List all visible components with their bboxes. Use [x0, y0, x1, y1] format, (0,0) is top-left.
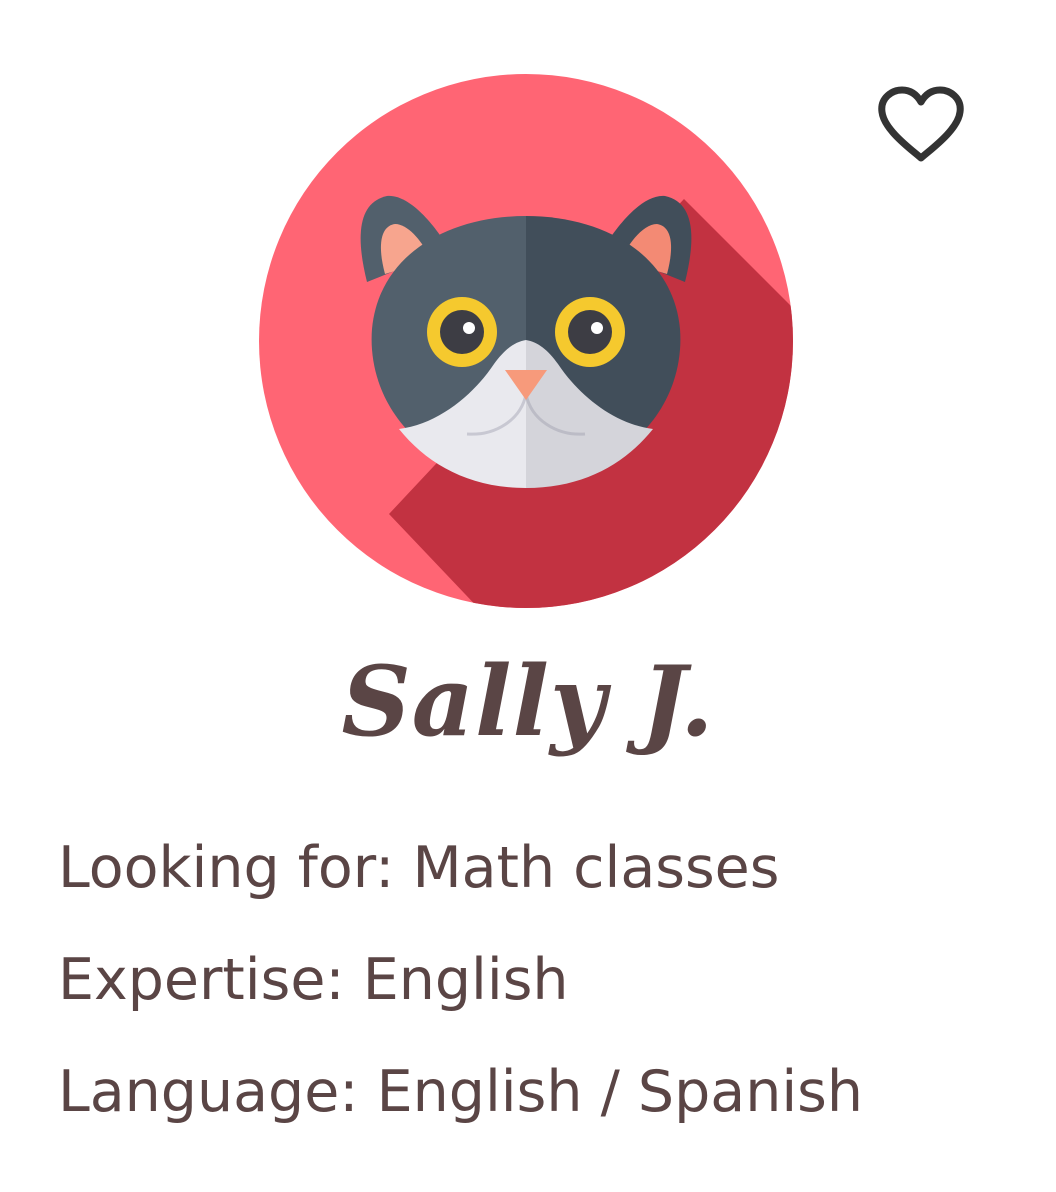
detail-value: Math classes	[412, 835, 780, 901]
detail-value: English / Spanish	[376, 1059, 863, 1125]
detail-expertise: Expertise: English	[58, 924, 1018, 1036]
profile-name: Sally J.	[341, 645, 715, 758]
detail-language: Language: English / Spanish	[58, 1036, 1018, 1148]
detail-label: Expertise:	[58, 947, 345, 1013]
profile-card: Sally J. Looking for: Math classes Exper…	[0, 0, 1056, 1192]
avatar	[259, 74, 793, 608]
favorite-button[interactable]	[876, 84, 966, 168]
detail-label: Language:	[58, 1059, 359, 1125]
profile-details: Looking for: Math classes Expertise: Eng…	[58, 812, 1018, 1148]
detail-label: Looking for:	[58, 835, 395, 901]
detail-value: English	[362, 947, 569, 1013]
detail-looking-for: Looking for: Math classes	[58, 812, 1018, 924]
heart-outline-icon	[878, 86, 964, 162]
cat-avatar-icon	[259, 74, 793, 608]
